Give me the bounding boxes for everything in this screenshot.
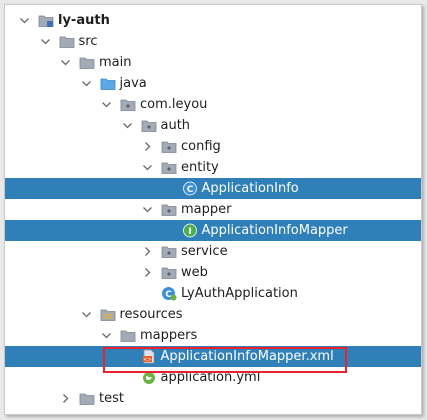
svg-text:C: C <box>186 185 193 195</box>
tree-item-ly-auth[interactable]: ly-auth <box>5 10 421 31</box>
package-icon <box>120 97 136 112</box>
chevron-down-icon[interactable] <box>40 36 51 47</box>
tree-item-label: auth <box>160 118 191 133</box>
tree-item-com-leyou[interactable]: com.leyou <box>5 94 421 115</box>
tree-item-applicationinfomapper[interactable]: I ApplicationInfoMapper <box>5 220 421 241</box>
source-folder-icon <box>100 76 116 91</box>
tree-item-label: mappers <box>140 328 198 343</box>
yaml-file-icon <box>141 370 157 385</box>
spring-boot-class-icon: C <box>161 286 177 301</box>
tree-item-label: entity <box>181 160 219 175</box>
tree-item-label: java <box>119 76 147 91</box>
tree-item-label: resources <box>119 307 183 322</box>
tree-item-label: src <box>78 34 98 49</box>
xml-file-icon: <> <box>141 349 157 364</box>
chevron-down-icon[interactable] <box>60 57 71 68</box>
chevron-down-icon[interactable] <box>142 204 153 215</box>
tree-item-label: ly-auth <box>58 13 110 28</box>
package-icon <box>161 244 177 259</box>
chevron-right-icon[interactable] <box>60 393 71 404</box>
tree-item-test[interactable]: test <box>5 388 421 409</box>
package-icon <box>161 202 177 217</box>
tree-item-label: web <box>181 265 208 280</box>
tree-item-entity[interactable]: entity <box>5 157 421 178</box>
tree-item-label: ApplicationInfoMapper <box>201 223 348 238</box>
tree-item-java[interactable]: java <box>5 73 421 94</box>
tree-item-label: ApplicationInfoMapper.xml <box>160 349 334 364</box>
tree-item-label: LyAuthApplication <box>181 286 298 301</box>
chevron-down-icon[interactable] <box>142 162 153 173</box>
tree-item-label: main <box>99 55 132 70</box>
folder-icon <box>59 34 75 49</box>
package-icon <box>141 118 157 133</box>
tree-item-label: test <box>99 391 124 406</box>
class-icon: C <box>182 181 198 196</box>
interface-icon: I <box>182 223 198 238</box>
folder-icon <box>120 328 136 343</box>
tree-item-mapper[interactable]: mapper <box>5 199 421 220</box>
svg-text:<>: <> <box>143 357 151 363</box>
tree-item-auth[interactable]: auth <box>5 115 421 136</box>
tree-item-application-yml[interactable]: application.yml <box>5 367 421 388</box>
tree-item-label: application.yml <box>160 370 261 385</box>
chevron-down-icon[interactable] <box>101 330 112 341</box>
tree-item-config[interactable]: config <box>5 136 421 157</box>
chevron-down-icon[interactable] <box>81 309 92 320</box>
resources-folder-icon <box>100 307 116 322</box>
folder-icon <box>79 55 95 70</box>
chevron-right-icon[interactable] <box>142 267 153 278</box>
chevron-right-icon[interactable] <box>142 246 153 257</box>
tree-item-main[interactable]: main <box>5 52 421 73</box>
svg-text:I: I <box>188 227 191 237</box>
tree-item-mappers[interactable]: mappers <box>5 325 421 346</box>
tree-item-applicationinfomapper-xml[interactable]: <> ApplicationInfoMapper.xml <box>5 346 421 367</box>
chevron-right-icon[interactable] <box>142 141 153 152</box>
chevron-down-icon[interactable] <box>122 120 133 131</box>
tree-item-applicationinfo[interactable]: C ApplicationInfo <box>5 178 421 199</box>
package-icon <box>161 139 177 154</box>
tree-item-web[interactable]: web <box>5 262 421 283</box>
tree-item-label: config <box>181 139 221 154</box>
tree-item-label: mapper <box>181 202 232 217</box>
tree-item-label: com.leyou <box>140 97 208 112</box>
package-icon <box>161 265 177 280</box>
tree-item-src[interactable]: src <box>5 31 421 52</box>
tree-item-label: service <box>181 244 228 259</box>
tree-item-service[interactable]: service <box>5 241 421 262</box>
tree-item-label: ApplicationInfo <box>201 181 299 196</box>
chevron-down-icon[interactable] <box>81 78 92 89</box>
module-folder-icon <box>38 13 54 28</box>
chevron-down-icon[interactable] <box>101 99 112 110</box>
project-tree-panel: ly-auth src main java com.leyou auth config ent… <box>4 4 422 415</box>
package-icon <box>161 160 177 175</box>
tree-item-resources[interactable]: resources <box>5 304 421 325</box>
chevron-down-icon[interactable] <box>19 15 30 26</box>
folder-icon <box>79 391 95 406</box>
tree-item-lyauthapplication[interactable]: C LyAuthApplication <box>5 283 421 304</box>
